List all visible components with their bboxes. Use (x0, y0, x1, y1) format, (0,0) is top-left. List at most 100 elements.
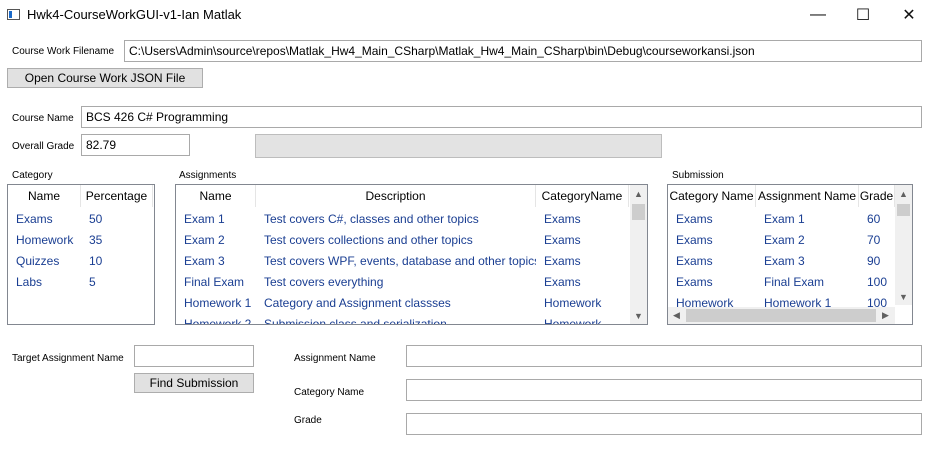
table-row[interactable]: Exam 2 Test covers collections and other … (176, 229, 629, 250)
scroll-thumb[interactable] (897, 204, 910, 216)
table-cell: Submission class and serialization (264, 316, 447, 325)
table-cell: Final Exam (764, 274, 825, 289)
target-assignment-label: Target Assignment Name (12, 353, 124, 364)
scroll-up-icon[interactable]: ▲ (630, 185, 647, 202)
table-cell: Exam 1 (764, 211, 805, 226)
table-cell: Category and Assignment classses (264, 295, 451, 310)
category-title: Category (12, 170, 53, 181)
scroll-down-icon[interactable]: ▼ (895, 288, 912, 305)
assignments-header: Name Description CategoryName (176, 185, 629, 207)
table-cell: Exam 3 (764, 253, 805, 268)
table-row[interactable]: Labs 5 (8, 271, 153, 292)
table-row[interactable]: Homework 1 Category and Assignment classs… (176, 292, 629, 313)
table-cell: 35 (89, 232, 103, 247)
table-cell: Homework (544, 316, 602, 325)
column-header-categoryname[interactable]: CategoryName (536, 185, 629, 207)
table-cell: Homework 2 (184, 316, 252, 325)
maximize-button[interactable]: ☐ (840, 0, 886, 30)
scroll-down-icon[interactable]: ▼ (630, 307, 647, 324)
target-assignment-field[interactable] (134, 345, 254, 367)
table-cell: Exams (544, 232, 581, 247)
filename-label: Course Work Filename (12, 46, 115, 57)
table-row[interactable]: Exams Exam 3 90 (668, 250, 895, 271)
column-header-category-name[interactable]: Category Name (668, 185, 756, 207)
table-cell: 60 (867, 211, 881, 226)
table-cell: Quizzes (16, 253, 60, 268)
table-cell: Final Exam (184, 274, 245, 289)
table-cell: Exam 3 (184, 253, 225, 268)
table-cell: Test covers WPF, events, database and ot… (264, 253, 536, 268)
assignments-title: Assignments (179, 170, 237, 181)
maximize-icon: ☐ (855, 7, 871, 24)
table-cell: Test covers collections and other topics (264, 232, 473, 247)
table-cell: Exams (544, 253, 581, 268)
table-cell: Exams (16, 211, 53, 226)
table-cell: Exams (676, 274, 713, 289)
table-row[interactable]: Exams Exam 1 60 (668, 208, 895, 229)
course-name-label: Course Name (12, 113, 74, 124)
table-row[interactable]: Final Exam Test covers everything Exams (176, 271, 629, 292)
category-header: Name Percentage (8, 185, 153, 207)
table-cell: Exams (676, 232, 713, 247)
minimize-button[interactable]: — (795, 0, 841, 30)
column-header-description[interactable]: Description (256, 185, 536, 207)
scroll-up-icon[interactable]: ▲ (895, 185, 912, 202)
scroll-right-icon[interactable]: ▶ (877, 307, 894, 324)
title-bar: Hwk4-CourseWorkGUI-v1-Ian Matlak — ☐ ✕ (0, 0, 930, 30)
find-submission-button[interactable]: Find Submission (134, 373, 254, 393)
table-cell: Exams (544, 211, 581, 226)
column-header-name[interactable]: Name (8, 185, 81, 207)
category-name-field[interactable] (406, 379, 922, 401)
submission-vertical-scrollbar[interactable]: ▲ ▼ (895, 185, 912, 305)
course-name-field[interactable]: BCS 426 C# Programming (81, 106, 922, 128)
table-cell: Test covers C#, classes and other topics (264, 211, 479, 226)
table-cell: 70 (867, 232, 881, 247)
table-cell: 50 (89, 211, 103, 226)
table-cell: 90 (867, 253, 881, 268)
assignments-vertical-scrollbar[interactable]: ▲ ▼ (630, 185, 647, 324)
table-row[interactable]: Exams 50 (8, 208, 153, 229)
table-cell: Exams (676, 253, 713, 268)
scroll-thumb[interactable] (632, 204, 645, 220)
submission-horizontal-scrollbar[interactable]: ◀ ▶ (668, 307, 895, 324)
column-header-percentage[interactable]: Percentage (81, 185, 153, 207)
close-button[interactable]: ✕ (886, 0, 930, 30)
table-row[interactable]: Homework 2 Submission class and serializa… (176, 313, 629, 325)
table-cell: Homework (544, 295, 602, 310)
table-row[interactable]: Quizzes 10 (8, 250, 153, 271)
category-grid[interactable]: Name Percentage Exams 50 Homework 35 Quizzes… (7, 184, 155, 325)
grade-field[interactable] (406, 413, 922, 435)
column-header-grade[interactable]: Grade (859, 185, 895, 207)
assignment-name-field[interactable] (406, 345, 922, 367)
category-name-label: Category Name (294, 387, 365, 398)
overall-grade-field[interactable]: 82.79 (81, 134, 190, 156)
submission-title: Submission (672, 170, 724, 181)
table-cell: 100 (867, 274, 888, 289)
table-cell: Homework (16, 232, 74, 247)
close-icon: ✕ (902, 7, 916, 24)
table-cell: Homework 1 (184, 295, 252, 310)
window-title: Hwk4-CourseWorkGUI-v1-Ian Matlak (27, 7, 242, 22)
scroll-thumb[interactable] (686, 309, 876, 322)
minimize-icon: — (810, 6, 826, 23)
status-field (255, 134, 662, 158)
table-cell: Exams (544, 274, 581, 289)
grade-label: Grade (294, 415, 322, 426)
table-row[interactable]: Homework 35 (8, 229, 153, 250)
submission-header: Category Name Assignment Name Grade (668, 185, 895, 207)
open-json-button[interactable]: Open Course Work JSON File (7, 68, 203, 88)
scroll-left-icon[interactable]: ◀ (668, 307, 685, 324)
submission-grid[interactable]: Category Name Assignment Name Grade Exam… (667, 184, 913, 325)
table-row[interactable]: Exam 3 Test covers WPF, events, database … (176, 250, 629, 271)
column-header-assignment-name[interactable]: Assignment Name (756, 185, 859, 207)
table-row[interactable]: Exams Exam 2 70 (668, 229, 895, 250)
assignments-grid[interactable]: Name Description CategoryName Exam 1 Test… (175, 184, 648, 325)
table-cell: 10 (89, 253, 103, 268)
table-cell: Exams (676, 211, 713, 226)
table-row[interactable]: Exam 1 Test covers C#, classes and other … (176, 208, 629, 229)
column-header-name[interactable]: Name (176, 185, 256, 207)
filename-field[interactable]: C:\Users\Admin\source\repos\Matlak_Hw4_M… (124, 40, 922, 62)
table-cell: 5 (89, 274, 96, 289)
table-cell: Exam 2 (764, 232, 805, 247)
table-row[interactable]: Exams Final Exam 100 (668, 271, 895, 292)
